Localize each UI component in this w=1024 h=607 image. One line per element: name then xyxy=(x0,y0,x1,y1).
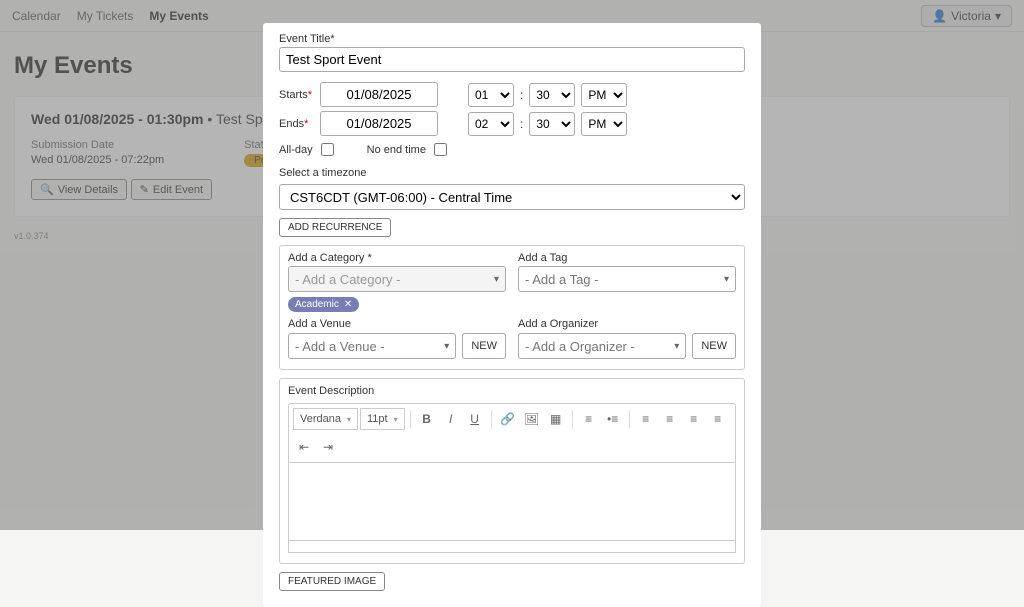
start-date-input[interactable] xyxy=(320,82,438,107)
bullet-list-icon[interactable]: •≡ xyxy=(602,408,624,430)
category-label: Add a Category * xyxy=(288,252,506,264)
image-icon[interactable]: 🖼 xyxy=(521,408,543,430)
link-icon[interactable]: 🔗 xyxy=(497,408,519,430)
venue-label: Add a Venue xyxy=(288,318,506,330)
font-family-select[interactable]: Verdana xyxy=(293,408,358,430)
outdent-icon[interactable]: ⇤ xyxy=(293,436,315,458)
ends-label: Ends* xyxy=(279,118,314,130)
start-ampm-select[interactable]: PM xyxy=(581,83,627,107)
allday-checkbox-label[interactable]: All-day xyxy=(279,140,337,159)
indent-icon[interactable]: ⇥ xyxy=(317,436,339,458)
new-organizer-button[interactable]: NEW xyxy=(692,333,736,359)
tag-label: Add a Tag xyxy=(518,252,736,264)
end-min-select[interactable]: 30 xyxy=(529,112,575,136)
featured-image-button[interactable]: FEATURED IMAGE xyxy=(279,572,385,591)
tag-select[interactable]: - Add a Tag - xyxy=(518,266,736,292)
start-min-select[interactable]: 30 xyxy=(529,83,575,107)
align-center-icon[interactable]: ≡ xyxy=(659,408,681,430)
underline-icon[interactable]: U xyxy=(464,408,486,430)
timezone-select[interactable]: CST6CDT (GMT-06:00) - Central Time xyxy=(279,184,745,210)
starts-label: Starts* xyxy=(279,89,314,101)
start-hour-select[interactable]: 01 xyxy=(468,83,514,107)
noend-checkbox[interactable] xyxy=(434,143,447,156)
italic-icon[interactable]: I xyxy=(440,408,462,430)
title-label: Event Title* xyxy=(279,33,745,45)
font-size-select[interactable]: 11pt xyxy=(360,408,405,430)
description-editor[interactable] xyxy=(288,463,736,541)
end-ampm-select[interactable]: PM xyxy=(581,112,627,136)
add-recurrence-button[interactable]: ADD RECURRENCE xyxy=(279,218,391,237)
new-venue-button[interactable]: NEW xyxy=(462,333,506,359)
allday-checkbox[interactable] xyxy=(321,143,334,156)
organizer-label: Add a Organizer xyxy=(518,318,736,330)
edit-event-modal: Event Title* Starts* 01 : 30 PM Ends* 02… xyxy=(263,23,761,607)
align-right-icon[interactable]: ≡ xyxy=(683,408,705,430)
bold-icon[interactable]: B xyxy=(416,408,438,430)
end-date-input[interactable] xyxy=(320,111,438,136)
event-title-input[interactable] xyxy=(279,47,745,72)
category-chip-academic: Academic ✕ xyxy=(288,297,359,312)
editor-statusbar xyxy=(288,541,736,553)
remove-chip-icon[interactable]: ✕ xyxy=(344,299,352,310)
description-label: Event Description xyxy=(288,385,736,397)
venue-select[interactable]: - Add a Venue - xyxy=(288,333,456,359)
table-icon[interactable]: ▦ xyxy=(545,408,567,430)
timezone-label: Select a timezone xyxy=(279,167,745,179)
organizer-select[interactable]: - Add a Organizer - xyxy=(518,333,686,359)
modal-overlay: Event Title* Starts* 01 : 30 PM Ends* 02… xyxy=(0,0,1024,530)
rte-toolbar: Verdana 11pt B I U 🔗 🖼 ▦ ≡ •≡ ≡ ≡ ≡ ≡ ⇤ xyxy=(288,403,736,463)
numbered-list-icon[interactable]: ≡ xyxy=(578,408,600,430)
noend-checkbox-label[interactable]: No end time xyxy=(367,140,450,159)
align-left-icon[interactable]: ≡ xyxy=(635,408,657,430)
align-justify-icon[interactable]: ≡ xyxy=(707,408,729,430)
end-hour-select[interactable]: 02 xyxy=(468,112,514,136)
category-select[interactable]: - Add a Category - xyxy=(288,266,506,292)
